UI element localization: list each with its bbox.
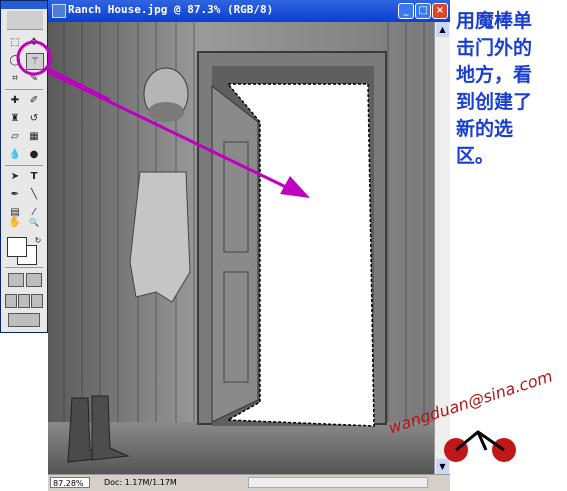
screen-mode-standard-icon[interactable]	[5, 294, 17, 308]
quick-mask-mode-icon[interactable]	[26, 273, 42, 287]
zoom-level-field[interactable]: 87.28%	[50, 477, 90, 488]
annotation-arrow-start	[45, 66, 111, 102]
hanging-coat	[129, 171, 191, 303]
maximize-button[interactable]: □	[415, 3, 431, 19]
document-size-info[interactable]: Doc: 1.17M/1.17M	[104, 478, 214, 488]
close-button[interactable]: ×	[432, 3, 448, 19]
gradient-tool-icon[interactable]: ▦	[26, 129, 42, 144]
toolbox-divider	[5, 267, 43, 268]
screen-mode-full-menu-icon[interactable]	[18, 294, 30, 308]
scroll-up-arrow-icon[interactable]: ▲	[436, 22, 449, 37]
zoom-tool-icon[interactable]: 🔍	[26, 215, 42, 230]
horizontal-scrollbar[interactable]	[248, 477, 428, 488]
swap-colors-icon[interactable]: ↻	[30, 233, 46, 248]
jump-to-imageready-icon[interactable]	[8, 313, 40, 327]
type-tool-icon[interactable]: T	[26, 169, 42, 184]
status-bar: 87.28% Doc: 1.17M/1.17M	[48, 474, 450, 491]
dodge-tool-icon[interactable]: ●	[26, 147, 42, 162]
toolbox-divider	[5, 165, 43, 166]
hand-tool-icon[interactable]: ✋	[7, 215, 23, 230]
open-door	[211, 84, 259, 423]
annotation-overlay	[16, 40, 111, 102]
path-selection-tool-icon[interactable]: ➤	[7, 169, 23, 184]
hat-brim	[148, 102, 184, 122]
pen-tool-icon[interactable]: ✒	[7, 187, 23, 202]
line-tool-icon[interactable]: ╲	[26, 187, 42, 202]
instruction-panel: 用魔棒单 击门外的 地方，看 到创建了 新的选 区。 wangduan@sina…	[386, 0, 567, 490]
foreground-color-swatch[interactable]	[7, 237, 27, 257]
blur-tool-icon[interactable]: 💧	[7, 147, 23, 162]
magic-wand-circle	[16, 40, 52, 76]
bicycle-logo	[444, 430, 516, 462]
eraser-tool-icon[interactable]: ▱	[7, 129, 23, 144]
standard-mode-icon[interactable]	[8, 273, 24, 287]
minimize-button[interactable]: _	[398, 3, 414, 19]
instruction-text: 用魔棒单 击门外的 地方，看 到创建了 新的选 区。	[456, 10, 533, 167]
screen-mode-full-icon[interactable]	[31, 294, 43, 308]
